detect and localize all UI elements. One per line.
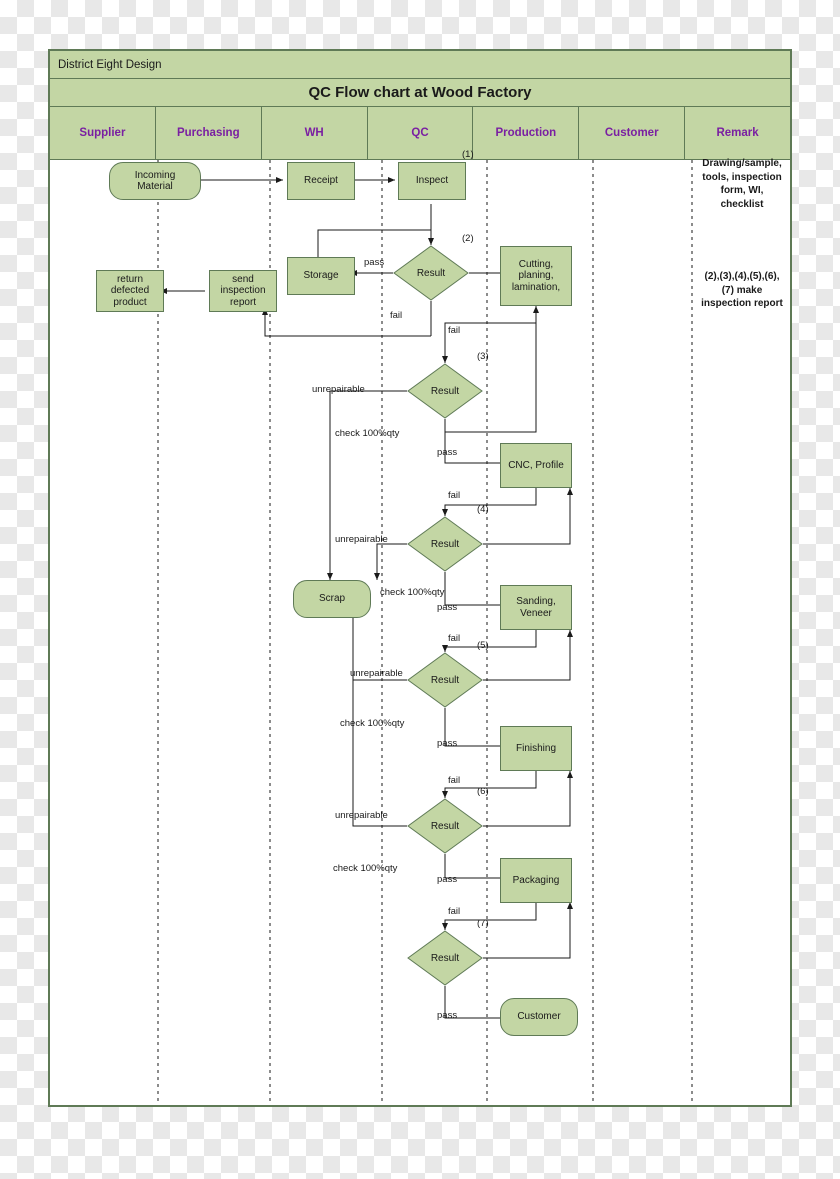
node-cutting-planing-lamination[interactable]: Cutting, planing, lamination, [500,246,572,306]
flowchart-page: District Eight Design QC Flow chart at W… [48,49,792,1107]
edge-label-pass-3: pass [437,447,458,458]
node-customer[interactable]: Customer [500,998,578,1036]
step-number-2: (2) [462,233,474,244]
swimlane-header-remark: Remark [685,107,791,159]
swimlane-label: Purchasing [176,127,240,139]
node-send-inspection-report[interactable]: send inspection report [209,270,277,312]
decision-label: Result [416,267,446,279]
edge-label-check-3: check 100%qty [335,428,400,439]
edge-label-unrepairable-4: unrepairable [335,534,388,545]
node-sanding-veneer[interactable]: Sanding, Veneer [500,585,572,630]
decision-result-5[interactable]: Result [407,652,483,708]
swimlane-header-qc: QC [367,107,474,159]
edge-label-pass-5: pass [437,738,458,749]
decision-result-3[interactable]: Result [407,363,483,419]
step-number-3: (3) [477,351,489,362]
decision-label: Result [430,952,460,964]
node-storage[interactable]: Storage [287,257,355,295]
edge-label-check-5: check 100%qty [340,718,405,729]
edge-label-pass-6: pass [437,874,458,885]
edge-label-unrepairable-5: unrepairable [350,668,403,679]
edge-label-fail-6: fail [448,906,461,917]
node-label: Sanding, Veneer [516,596,556,619]
node-label: Finishing [515,742,557,754]
node-label: Scrap [318,593,346,605]
node-label: Storage [303,270,339,282]
decision-result-4[interactable]: Result [407,516,483,572]
edge-label-unrepairable-6: unrepairable [335,810,388,821]
node-cnc-profile[interactable]: CNC, Profile [500,443,572,488]
edge-label-fail-4: fail [448,633,461,644]
swimlane-header-production: Production [473,107,580,159]
node-label: Packaging [512,874,560,886]
step-number-7: (7) [477,918,489,929]
edge-label-pass-storage: pass [364,257,385,268]
edge-label-pass-7: pass [437,1010,458,1021]
swimlane-header-customer: Customer [579,107,686,159]
node-label: return defected product [110,273,150,308]
node-inspect[interactable]: Inspect [398,162,466,200]
node-label: CNC, Profile [508,459,564,471]
swimlane-header-row: Supplier Purchasing WH QC Production Cus… [50,107,791,160]
node-label: Customer [517,1011,561,1023]
company-title-bar: District Eight Design [50,51,790,79]
node-label: send inspection report [220,273,266,308]
swimlane-label: Production [495,127,557,139]
node-finishing[interactable]: Finishing [500,726,572,771]
node-receipt[interactable]: Receipt [287,162,355,200]
node-scrap[interactable]: Scrap [293,580,371,618]
decision-label: Result [430,538,460,550]
step-number-1: (1) [462,149,474,160]
step-number-6: (6) [477,786,489,797]
step-number-4: (4) [477,504,489,515]
decision-result-7[interactable]: Result [407,930,483,986]
step-number-5: (5) [477,640,489,651]
edge-label-check-4: check 100%qty [380,587,445,598]
decision-label: Result [430,820,460,832]
flowchart-canvas: Incoming Material Receipt Inspect (1) St… [50,149,790,1105]
decision-label: Result [430,385,460,397]
swimlane-header-supplier: Supplier [50,107,156,159]
node-label: Inspect [415,175,449,187]
remark-second: (2),(3),(4),(5),(6), (7) make inspection… [701,271,783,309]
node-label: Cutting, planing, lamination, [511,258,561,293]
edge-label-check-6: check 100%qty [333,863,398,874]
swimlane-header-wh: WH [261,107,368,159]
chart-title-bar: QC Flow chart at Wood Factory [50,79,790,107]
swimlane-label: QC [411,127,429,139]
company-name: District Eight Design [58,58,162,71]
node-packaging[interactable]: Packaging [500,858,572,903]
edge-label-fail-1: fail [390,310,403,321]
node-return-defected-product[interactable]: return defected product [96,270,164,312]
page-title: QC Flow chart at Wood Factory [308,84,532,101]
edge-label-pass-4: pass [437,602,458,613]
edge-label-fail-3: fail [448,490,461,501]
swimlane-label: Customer [604,127,659,139]
node-label: Incoming Material [134,169,176,193]
edge-label-unrepairable-3: unrepairable [312,384,365,395]
remark-first: Drawing/sample, tools, inspection form, … [702,158,782,210]
swimlane-header-purchasing: Purchasing [155,107,262,159]
decision-label: Result [430,674,460,686]
swimlane-label: WH [304,127,324,139]
decision-result-6[interactable]: Result [407,798,483,854]
edge-label-fail-2: fail [448,325,461,336]
swimlane-label: Remark [716,127,759,139]
node-incoming-material[interactable]: Incoming Material [109,162,201,200]
node-label: Receipt [304,175,338,187]
edge-label-fail-5: fail [448,775,461,786]
decision-result-2[interactable]: Result [393,245,469,301]
swimlane-label: Supplier [79,127,126,139]
